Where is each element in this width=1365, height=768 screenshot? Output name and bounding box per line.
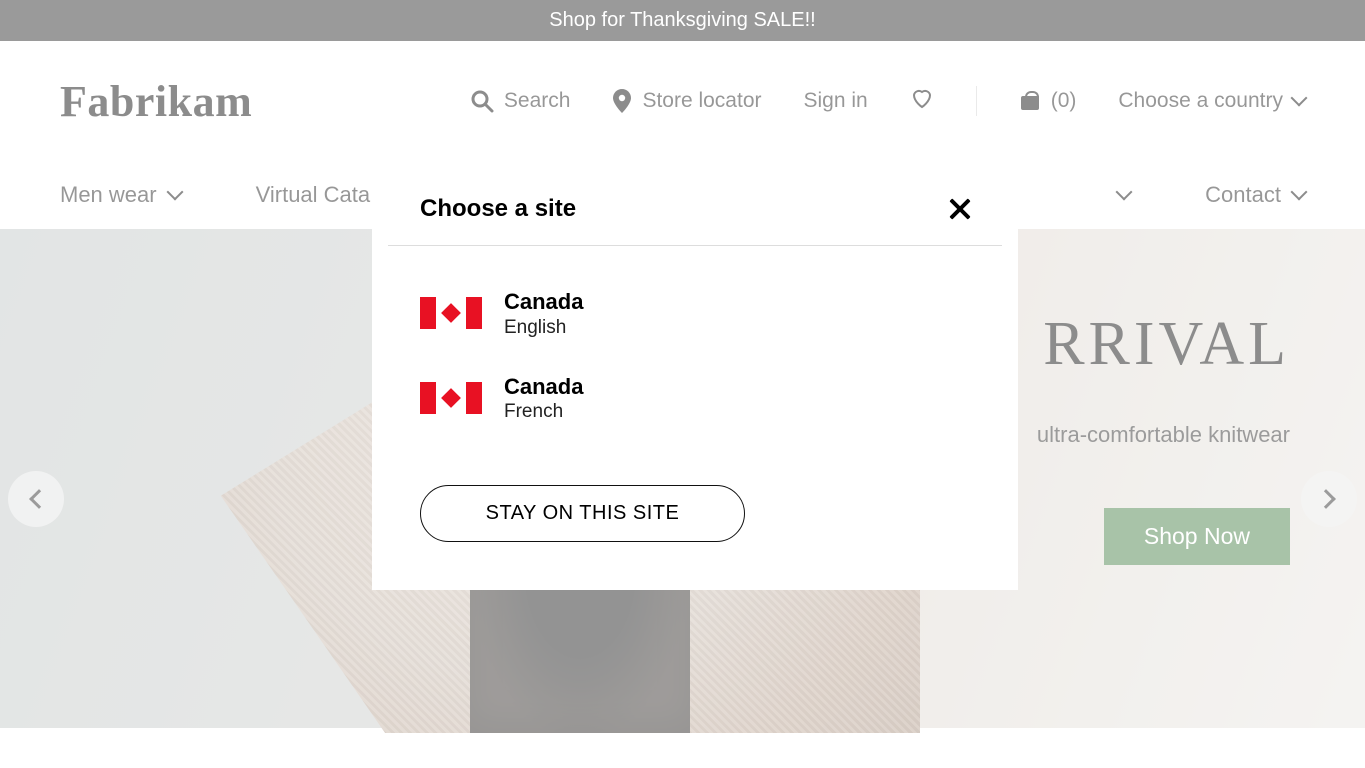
stay-on-site-button[interactable]: STAY ON THIS SITE bbox=[420, 485, 745, 542]
site-country: Canada bbox=[504, 373, 583, 402]
site-option-canada-fr[interactable]: Canada French bbox=[420, 373, 970, 424]
flag-canada-icon bbox=[420, 297, 482, 329]
flag-canada-icon bbox=[420, 382, 482, 414]
site-country: Canada bbox=[504, 288, 583, 317]
modal-header: Choose a site bbox=[388, 195, 1002, 246]
site-list: Canada English Canada French bbox=[388, 246, 1002, 485]
site-option-canada-en[interactable]: Canada English bbox=[420, 288, 970, 339]
site-language: French bbox=[504, 401, 583, 423]
site-picker-modal: Choose a site Canada English Canada Fren… bbox=[372, 153, 1018, 590]
modal-title: Choose a site bbox=[420, 195, 576, 223]
site-language: English bbox=[504, 317, 583, 339]
close-icon[interactable] bbox=[948, 198, 970, 220]
